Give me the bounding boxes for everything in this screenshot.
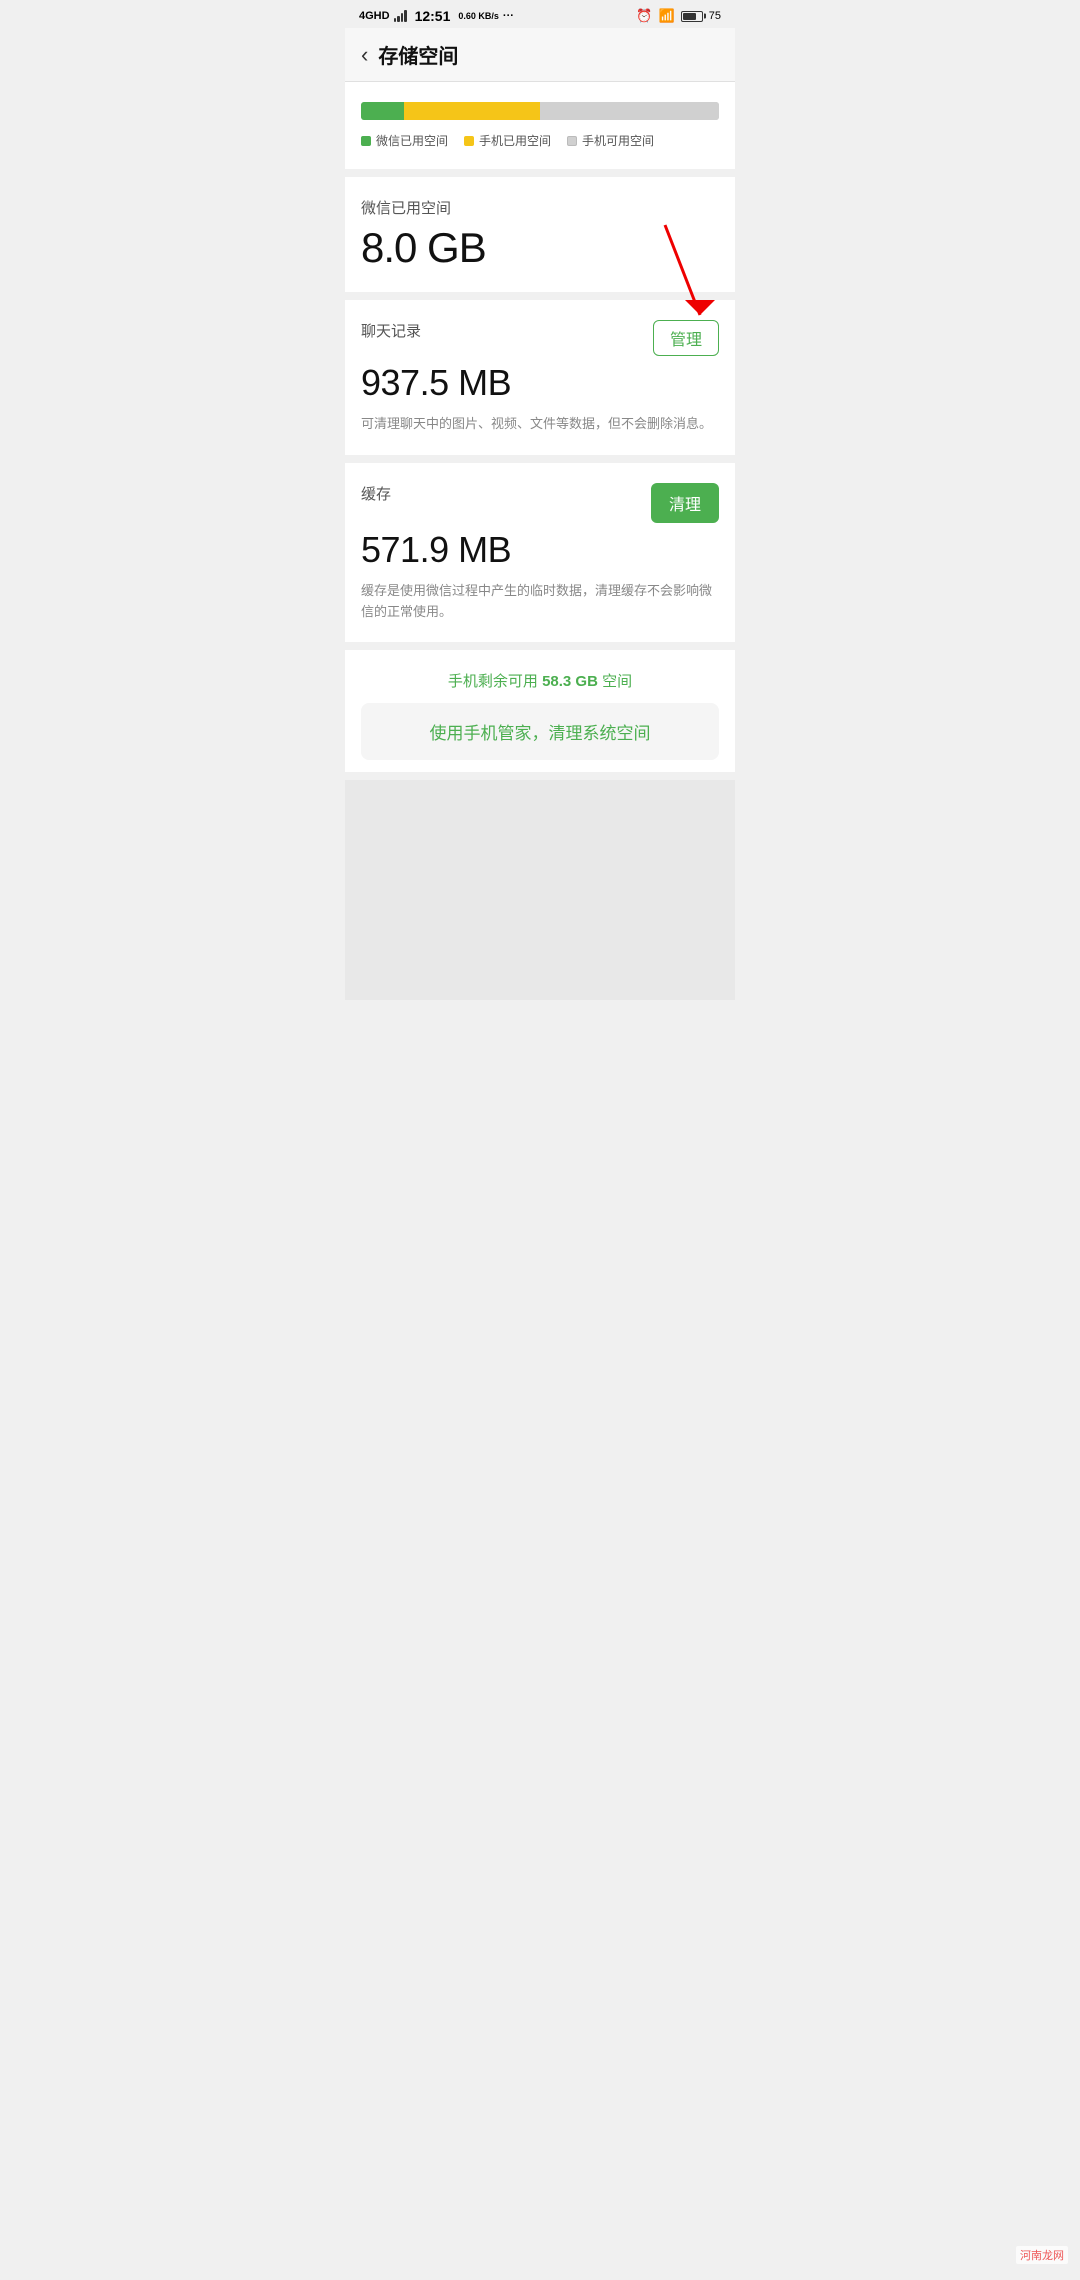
- legend-dot-phone: [464, 136, 474, 146]
- wifi-icon: 📶: [659, 8, 675, 24]
- legend-phone: 手机已用空间: [464, 132, 551, 149]
- legend-wechat: 微信已用空间: [361, 132, 448, 149]
- network-label: 4GHD: [359, 10, 390, 22]
- back-button[interactable]: ‹: [361, 42, 368, 68]
- bar-free: [540, 102, 719, 120]
- wechat-used-label: 微信已用空间: [361, 197, 719, 218]
- cache-clean-button[interactable]: 清理: [651, 483, 719, 523]
- legend-free-label: 手机可用空间: [582, 132, 654, 149]
- chat-history-section: 聊天记录 管理 937.5 MB 可清理聊天中的图片、视频、文件等数据，但不会删…: [345, 300, 735, 455]
- chart-section: 微信已用空间 手机已用空间 手机可用空间: [345, 82, 735, 169]
- speed-value: 0.60 KB/s: [458, 11, 499, 22]
- time-label: 12:51: [415, 8, 451, 24]
- status-bar: 4GHD 12:51 0.60 KB/s ··· ⏰ 📶 75: [345, 0, 735, 28]
- wechat-used-section: 微信已用空间 8.0 GB: [345, 177, 735, 292]
- remaining-suffix: 空间: [598, 673, 632, 690]
- page-title: 存储空间: [378, 40, 458, 69]
- storage-bar: [361, 102, 719, 120]
- remaining-value: 58.3 GB: [542, 673, 598, 690]
- bar-phone: [404, 102, 540, 120]
- cache-desc: 缓存是使用微信过程中产生的临时数据，清理缓存不会影响微信的正常使用。: [361, 581, 719, 623]
- phone-remaining-section: 手机剩余可用 58.3 GB 空间 使用手机管家，清理系统空间: [345, 650, 735, 772]
- status-left: 4GHD 12:51 0.60 KB/s ···: [359, 8, 514, 24]
- battery-icon: [681, 11, 703, 22]
- legend-dot-wechat: [361, 136, 371, 146]
- nav-bar: ‹ 存储空间: [345, 28, 735, 82]
- speed-info: 0.60 KB/s: [458, 11, 499, 22]
- wechat-used-value: 8.0 GB: [361, 224, 719, 272]
- battery-label: 75: [709, 10, 721, 22]
- dots-label: ···: [503, 10, 514, 22]
- legend-phone-label: 手机已用空间: [479, 132, 551, 149]
- chat-history-title: 聊天记录: [361, 320, 421, 341]
- cache-value: 571.9 MB: [361, 529, 719, 571]
- legend: 微信已用空间 手机已用空间 手机可用空间: [361, 132, 719, 149]
- chat-history-value: 937.5 MB: [361, 362, 719, 404]
- phone-manager-button[interactable]: 使用手机管家，清理系统空间: [361, 703, 719, 760]
- legend-free: 手机可用空间: [567, 132, 654, 149]
- legend-dot-free: [567, 136, 577, 146]
- chat-history-desc: 可清理聊天中的图片、视频、文件等数据，但不会删除消息。: [361, 414, 719, 435]
- status-right: ⏰ 📶 75: [636, 8, 721, 24]
- legend-wechat-label: 微信已用空间: [376, 132, 448, 149]
- alarm-icon: ⏰: [636, 8, 652, 24]
- remaining-text: 手机剩余可用 58.3 GB 空间: [361, 670, 719, 691]
- chat-history-header: 聊天记录 管理: [361, 320, 719, 356]
- cache-section: 缓存 清理 571.9 MB 缓存是使用微信过程中产生的临时数据，清理缓存不会影…: [345, 463, 735, 643]
- remaining-prefix: 手机剩余可用: [448, 673, 542, 690]
- bar-wechat: [361, 102, 404, 120]
- watermark: 河南龙网: [1016, 2246, 1068, 2264]
- cache-title: 缓存: [361, 483, 391, 504]
- extra-space: [345, 780, 735, 1000]
- chat-history-manage-button[interactable]: 管理: [653, 320, 719, 356]
- cache-header: 缓存 清理: [361, 483, 719, 523]
- main-content: 微信已用空间 手机已用空间 手机可用空间 微信已用空间 8.0 GB 聊天记录: [345, 82, 735, 1000]
- signal-icon: [394, 10, 407, 22]
